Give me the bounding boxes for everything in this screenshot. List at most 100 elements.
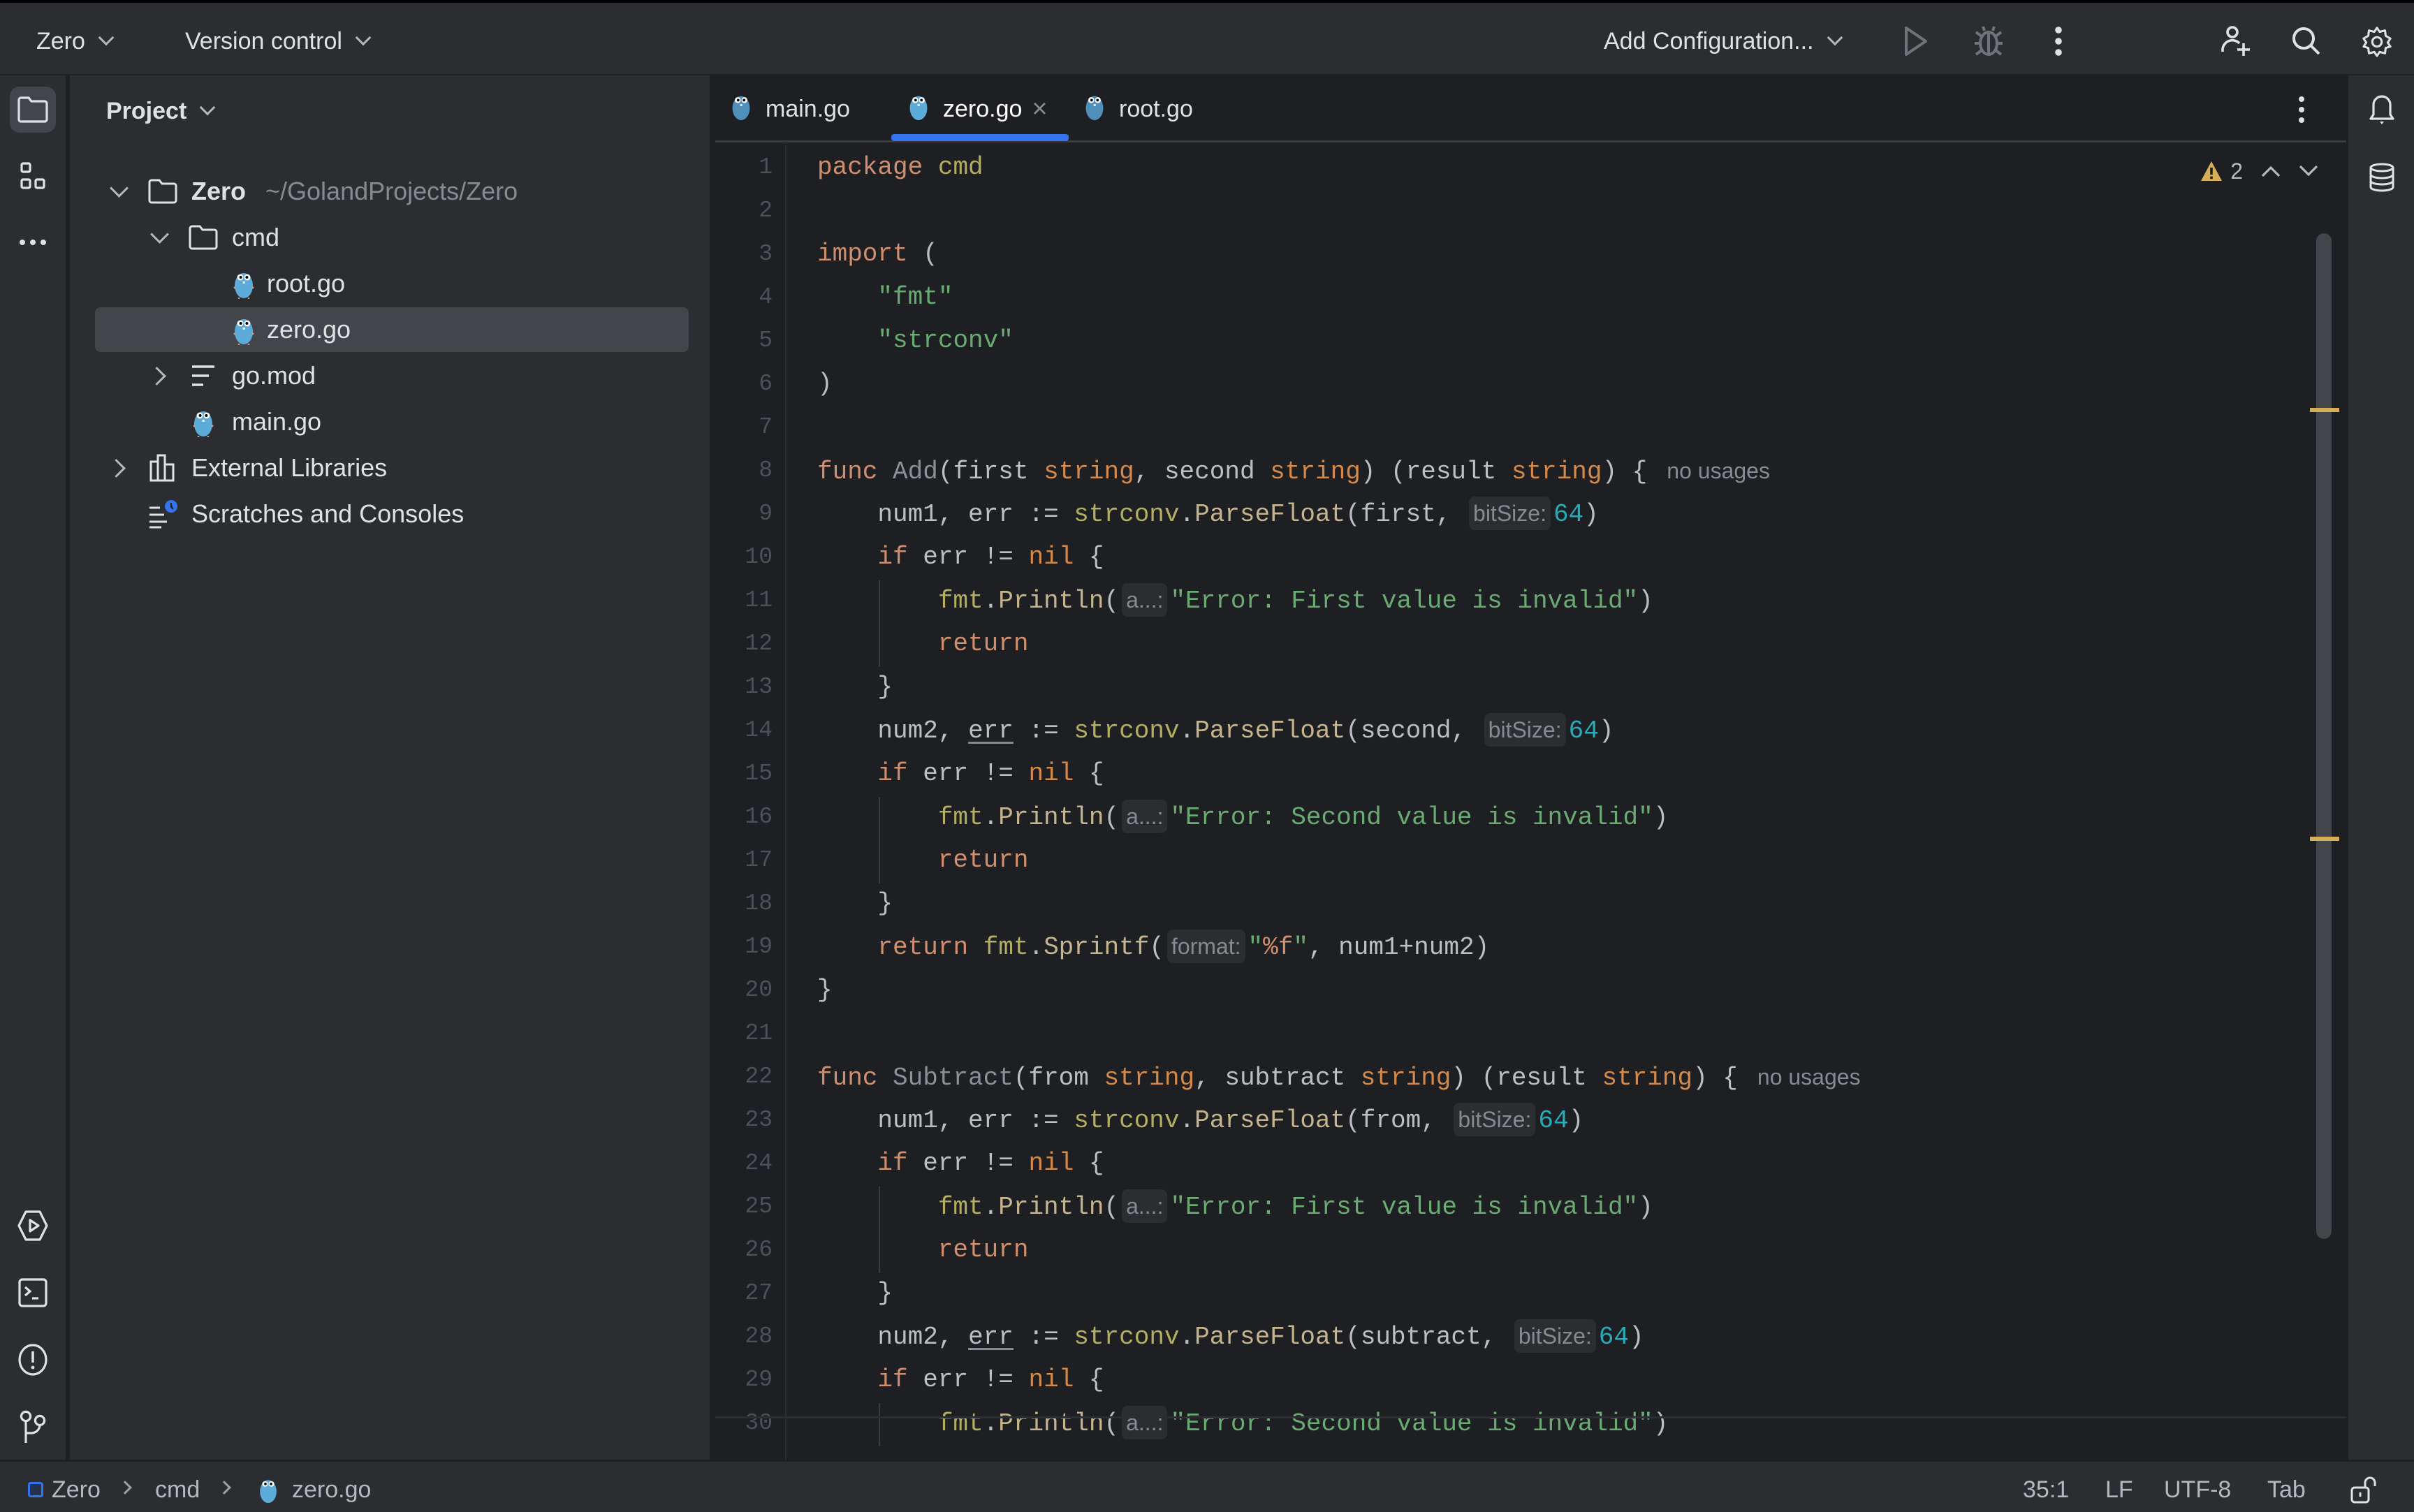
close-tab-icon[interactable]: × (1032, 94, 1047, 124)
tree-item-external-libraries[interactable]: External Libraries (95, 446, 689, 490)
git-tool-button[interactable] (10, 1404, 56, 1450)
warning-marker[interactable] (2310, 408, 2339, 412)
line-number: 2 (759, 198, 773, 223)
file-encoding[interactable]: UTF-8 (2164, 1474, 2231, 1505)
run-config-selector[interactable]: Add Configuration... (1604, 24, 1843, 59)
run-button[interactable] (1899, 24, 1933, 59)
status-bar: Zero cmd zero.go 35:1 LF UTF-8 Tab (0, 1460, 2414, 1512)
inlay-hint: a...: (1122, 1189, 1168, 1223)
search-button[interactable] (2289, 24, 2324, 59)
tree-item-scratches[interactable]: Scratches and Consoles (95, 492, 689, 536)
structure-tool-button[interactable] (10, 154, 56, 200)
terminal-tool-button[interactable] (10, 1270, 56, 1316)
code-line: } (817, 976, 833, 1004)
code-line: if err != nil { (877, 759, 1104, 788)
line-number: 7 (759, 414, 773, 440)
warning-marker[interactable] (2310, 837, 2339, 841)
chevron-down-icon (2299, 165, 2318, 177)
code-line: if err != nil { (877, 1365, 1104, 1394)
project-selector[interactable]: Zero (36, 24, 115, 59)
project-tool-button[interactable] (10, 87, 56, 133)
settings-button[interactable] (2360, 24, 2394, 59)
go-gopher-icon (1083, 91, 1106, 128)
line-number: 1 (759, 154, 773, 180)
tree-item-zero-go[interactable]: zero.go (95, 307, 689, 352)
code-line: return (937, 1235, 1029, 1264)
code-line: num2, err := strconv.ParseFloat(second, … (817, 713, 1614, 749)
usages-hint[interactable]: no usages (1667, 458, 1770, 483)
indent-setting[interactable]: Tab (2267, 1474, 2306, 1505)
chevron-down-icon (199, 99, 216, 116)
more-vertical-icon (2299, 96, 2304, 123)
tab-main-go[interactable]: main.go (729, 88, 850, 130)
services-tool-button[interactable] (10, 1203, 56, 1249)
next-highlight-button[interactable] (2299, 165, 2318, 177)
code-with-me-button[interactable] (2218, 24, 2253, 59)
vertical-scrollbar[interactable] (2316, 233, 2332, 1239)
code-line: return (937, 846, 1029, 874)
terminal-icon (18, 1278, 47, 1307)
code-line: num1, err := strconv.ParseFloat(first, b… (817, 497, 1599, 532)
more-horizontal-icon (20, 240, 46, 245)
debug-button[interactable] (1971, 24, 2006, 59)
more-actions-button[interactable] (2041, 24, 2076, 59)
database-button[interactable] (2362, 158, 2401, 197)
indent-guide (879, 580, 880, 667)
previous-highlight-button[interactable] (2261, 165, 2281, 177)
code-editor[interactable]: 1 2 3 4 5 6 7 8 9 10 11 12 13 14 15 16 17 18 19 20 21 22 23 24 2… (715, 145, 2322, 1488)
git-branch-icon (20, 1410, 46, 1443)
notifications-button[interactable] (2362, 91, 2401, 130)
tree-item-label: zero.go (267, 315, 351, 344)
tree-item-path: ~/GolandProjects/Zero (265, 177, 518, 205)
tab-zero-go[interactable]: zero.go × (907, 88, 1048, 130)
text-file-icon (187, 360, 219, 392)
tab-root-go[interactable]: root.go (1083, 88, 1193, 130)
code-line: "fmt" (877, 283, 953, 311)
line-number: 29 (745, 1367, 773, 1393)
chevron-right-icon[interactable] (145, 362, 173, 390)
tree-item-go-mod[interactable]: go.mod (95, 353, 689, 398)
more-tools-button[interactable] (10, 219, 56, 265)
chevron-right-icon (118, 1481, 132, 1495)
code-line: if err != nil { (877, 1149, 1104, 1177)
code-line: fmt.Println(a...: "Error: Second value is… (817, 1406, 1668, 1441)
inlay-hint: a...: (1122, 583, 1168, 617)
inlay-hint: a...: (1122, 800, 1168, 833)
unlocked-icon (2350, 1476, 2376, 1504)
code-line: func Subtract(from string, subtract stri… (817, 1064, 1861, 1092)
tree-item-label: Scratches and Consoles (191, 499, 464, 528)
caret-position[interactable]: 35:1 (2023, 1474, 2069, 1505)
tabs-more-button[interactable] (2288, 92, 2316, 127)
code-line: } (877, 1279, 893, 1307)
inlay-hint: bitSize: (1514, 1319, 1596, 1353)
code-line: import ( (817, 240, 938, 268)
inlay-hint: bitSize: (1484, 713, 1566, 747)
structure-icon (20, 162, 45, 189)
tree-item-cmd[interactable]: cmd (95, 215, 689, 260)
line-number: 6 (759, 371, 773, 397)
code-line: fmt.Println(a...: "Error: Second value is… (817, 800, 1668, 835)
indent-guide (879, 797, 880, 883)
problems-icon (18, 1344, 47, 1376)
inlay-hint: a...: (1122, 1406, 1168, 1439)
breadcrumb-cmd[interactable]: cmd (155, 1474, 200, 1505)
problems-tool-button[interactable] (10, 1337, 56, 1383)
tree-item-root-go[interactable]: root.go (95, 261, 689, 306)
tree-item-main-go[interactable]: main.go (95, 399, 689, 444)
go-gopher-icon (729, 91, 753, 128)
inspection-widget[interactable]: 2 (2200, 154, 2318, 189)
line-separator[interactable]: LF (2105, 1474, 2133, 1505)
breadcrumb-project[interactable]: Zero (28, 1474, 101, 1505)
warnings-counter[interactable]: 2 (2200, 159, 2243, 184)
vcs-menu[interactable]: Version control (185, 24, 372, 59)
chevron-down-icon[interactable] (105, 177, 133, 205)
code-line: fmt.Println(a...: "Error: First value is … (817, 1189, 1653, 1225)
editor-bottom-divider (715, 1416, 2346, 1418)
breadcrumb-file[interactable]: zero.go (257, 1474, 371, 1505)
project-view-selector[interactable]: Project (106, 94, 216, 129)
chevron-down-icon[interactable] (145, 223, 173, 251)
tree-item-zero-root[interactable]: Zero ~/GolandProjects/Zero (95, 169, 689, 214)
usages-hint[interactable]: no usages (1757, 1064, 1861, 1089)
file-lock-toggle[interactable] (2350, 1474, 2379, 1505)
chevron-right-icon[interactable] (105, 454, 133, 482)
